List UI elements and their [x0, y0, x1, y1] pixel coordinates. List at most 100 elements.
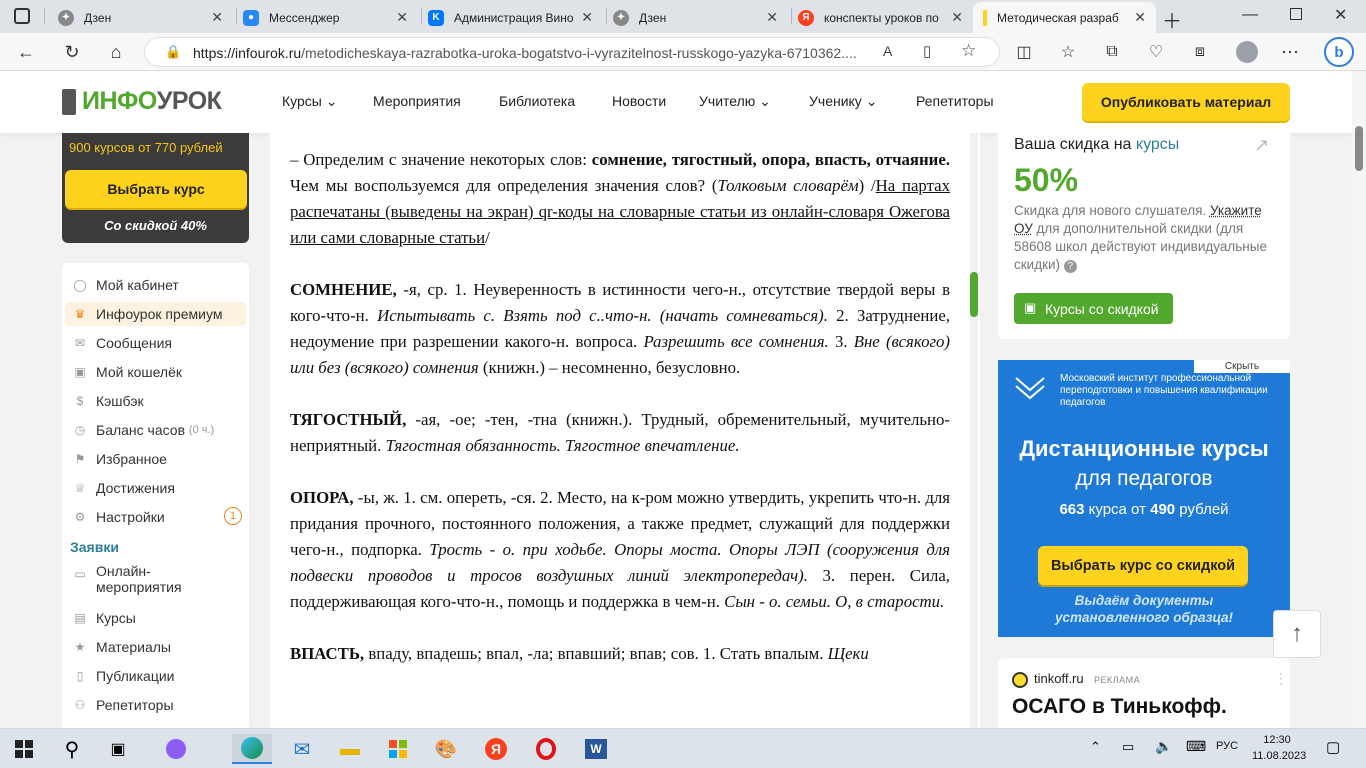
- tab-yandex[interactable]: Я конспекты уроков по ✕: [788, 2, 973, 33]
- tray-clock[interactable]: 12:30 11.08.2023: [1252, 732, 1306, 764]
- tray-language-icon[interactable]: ⌨: [1186, 738, 1206, 755]
- profile-avatar[interactable]: [1236, 41, 1258, 63]
- browser-essentials-icon[interactable]: ♡: [1144, 40, 1168, 64]
- immersive-reader-icon[interactable]: ▯: [923, 42, 931, 60]
- scroll-to-top-button[interactable]: ↑: [1273, 610, 1321, 658]
- publish-material-button[interactable]: Опубликовать материал: [1082, 83, 1290, 121]
- nav-library[interactable]: Библиотека: [499, 93, 575, 109]
- page-scrollbar-thumb[interactable]: [1355, 126, 1363, 171]
- tray-language[interactable]: РУС: [1216, 740, 1238, 752]
- new-tab-icon[interactable]: ＋: [1162, 5, 1182, 34]
- url-input[interactable]: 🔒 https://infourok.ru/metodicheskaya-raz…: [144, 37, 1000, 67]
- notifications-icon[interactable]: ▢: [1326, 738, 1340, 756]
- close-icon[interactable]: ✕: [396, 9, 408, 26]
- promo-discount: Со скидкой 40%: [104, 218, 207, 233]
- sidebar-item-wallet[interactable]: ▣ Мой кошелёк: [72, 360, 182, 384]
- sidebar-item-courses[interactable]: ▤ Курсы: [72, 606, 136, 630]
- refresh-icon[interactable]: ↻: [60, 40, 84, 64]
- vk-icon: K: [428, 9, 444, 26]
- store-icon[interactable]: [378, 734, 418, 764]
- tab-infourok-active[interactable]: Методическая разраб ✕: [973, 2, 1156, 33]
- nav-tutors[interactable]: Репетиторы: [916, 93, 994, 109]
- tray-chevron-up-icon[interactable]: ⌃: [1090, 739, 1101, 755]
- sidebar-item-publications[interactable]: ▯ Публикации: [72, 664, 175, 688]
- nav-courses[interactable]: Курсы ⌄: [282, 93, 337, 110]
- hide-ad-button[interactable]: Скрыть: [1194, 360, 1290, 373]
- more-vertical-icon[interactable]: ⋮: [1274, 670, 1288, 687]
- search-icon[interactable]: ⚲: [52, 734, 92, 764]
- sidebar-item-cashback[interactable]: $ Кэшбэк: [72, 389, 144, 413]
- nav-news[interactable]: Новости: [612, 93, 666, 109]
- close-window-icon[interactable]: ✕: [1334, 5, 1347, 25]
- discount-percent: 50%: [1014, 162, 1079, 198]
- bing-icon[interactable]: b: [1324, 37, 1354, 67]
- sidebar-item-achievements[interactable]: ♕ Достижения: [72, 476, 175, 500]
- hours-value: (0 ч.): [188, 424, 215, 436]
- video-icon: ▭: [74, 567, 86, 581]
- expand-arrow-icon[interactable]: ↗: [1254, 135, 1269, 156]
- content-scrollbar[interactable]: [970, 133, 978, 733]
- tab-messenger[interactable]: ● Мессенджер ✕: [233, 2, 418, 33]
- tray-volume-icon[interactable]: 🔈: [1155, 738, 1172, 755]
- choose-discount-course-button[interactable]: Выбрать курс со скидкой: [1038, 546, 1248, 585]
- tab-separator: [44, 8, 45, 24]
- nav-student[interactable]: Ученику ⌄: [809, 93, 877, 110]
- close-icon[interactable]: ✕: [766, 9, 778, 26]
- tab-dzen-2[interactable]: ✦ Дзен ✕: [603, 2, 788, 33]
- gift-icon: ▣: [1024, 300, 1037, 315]
- split-screen-icon[interactable]: ◫: [1012, 40, 1036, 64]
- sidebar-item-favorites[interactable]: ⚑ Избранное: [72, 447, 167, 471]
- choose-course-button[interactable]: Выбрать курс: [65, 170, 247, 208]
- clock-icon: ◷: [74, 423, 86, 437]
- sidebar-item-online-events[interactable]: ▭ Онлайн-мероприятия: [72, 563, 181, 597]
- more-icon[interactable]: ⋯: [1278, 40, 1302, 64]
- close-icon[interactable]: ✕: [1134, 9, 1146, 26]
- content-scrollbar-thumb[interactable]: [970, 272, 978, 317]
- close-icon[interactable]: ✕: [951, 9, 963, 26]
- windows-start-icon[interactable]: [4, 734, 44, 764]
- nav-events[interactable]: Мероприятия: [373, 93, 461, 109]
- sidebar-item-premium[interactable]: ♛ Инфоурок премиум: [65, 302, 246, 326]
- infourok-logo[interactable]: ИНФО УРОК: [62, 87, 222, 116]
- browser-tab-bar: ✦ Дзен ✕ ● Мессенджер ✕ K Администрация …: [0, 0, 1366, 33]
- alice-icon[interactable]: [156, 734, 196, 764]
- opera-icon[interactable]: [526, 734, 566, 764]
- sidebar-item-hours[interactable]: ◷ Баланс часов (0 ч.): [72, 418, 214, 442]
- explorer-icon[interactable]: ▬: [330, 734, 370, 764]
- tray-network-icon[interactable]: ▭: [1122, 739, 1134, 755]
- nav-teacher[interactable]: Учителю ⌄: [699, 93, 771, 110]
- sidebar-item-cabinet[interactable]: ◯ Мой кабинет: [72, 273, 179, 297]
- close-icon[interactable]: ✕: [581, 9, 593, 26]
- courses-ad-banner[interactable]: Скрыть Московский институт профессиональ…: [998, 360, 1290, 637]
- tinkoff-ad[interactable]: tinkoff.ru РЕКЛАМА ⋮ ОСАГО в Тинькофф.: [998, 658, 1290, 738]
- task-view-icon[interactable]: ▣: [98, 734, 138, 764]
- back-icon[interactable]: ←: [14, 40, 38, 64]
- read-aloud-icon[interactable]: A: [883, 43, 892, 59]
- user-icon: ◯: [73, 278, 87, 292]
- sidebar-item-messages[interactable]: ✉ Сообщения: [72, 331, 172, 355]
- extensions-icon[interactable]: ⧈: [1188, 40, 1212, 64]
- site-header: ИНФО УРОК Курсы ⌄ Мероприятия Библиотека …: [0, 71, 1352, 133]
- tab-dzen-1[interactable]: ✦ Дзен ✕: [48, 2, 233, 33]
- sidebar-item-materials[interactable]: ★ Материалы: [72, 635, 171, 659]
- windows-taskbar: ⚲ ▣ ✉ ▬ 🎨 Я W ⌃ ▭ 🔈 ⌨ РУС 12:30 11.08.202…: [0, 728, 1366, 768]
- mail-taskbar-icon[interactable]: ✉: [282, 734, 322, 764]
- help-icon[interactable]: ?: [1063, 260, 1077, 273]
- tab-actions-icon[interactable]: [14, 8, 30, 24]
- yandex-browser-icon[interactable]: Я: [476, 734, 516, 764]
- discount-courses-button[interactable]: ▣ Курсы со скидкой: [1014, 293, 1173, 324]
- sidebar-item-tutors[interactable]: ⚇ Репетиторы: [72, 693, 174, 717]
- edge-taskbar-icon[interactable]: [232, 734, 272, 764]
- tab-vk[interactable]: K Администрация Вино ✕: [418, 2, 603, 33]
- restore-icon[interactable]: [1290, 8, 1302, 20]
- tab-title: Методическая разраб: [997, 10, 1119, 25]
- collections-icon[interactable]: ⧉: [1100, 40, 1124, 64]
- sidebar-item-settings[interactable]: ⚙ Настройки: [72, 505, 165, 529]
- paint-icon[interactable]: 🎨: [426, 734, 466, 764]
- favorite-star-icon[interactable]: ☆: [961, 41, 976, 61]
- close-icon[interactable]: ✕: [211, 9, 223, 26]
- minimize-icon[interactable]: —: [1242, 6, 1258, 24]
- favorites-icon[interactable]: ☆: [1056, 40, 1080, 64]
- word-icon[interactable]: W: [576, 734, 616, 764]
- home-icon[interactable]: ⌂: [104, 40, 128, 64]
